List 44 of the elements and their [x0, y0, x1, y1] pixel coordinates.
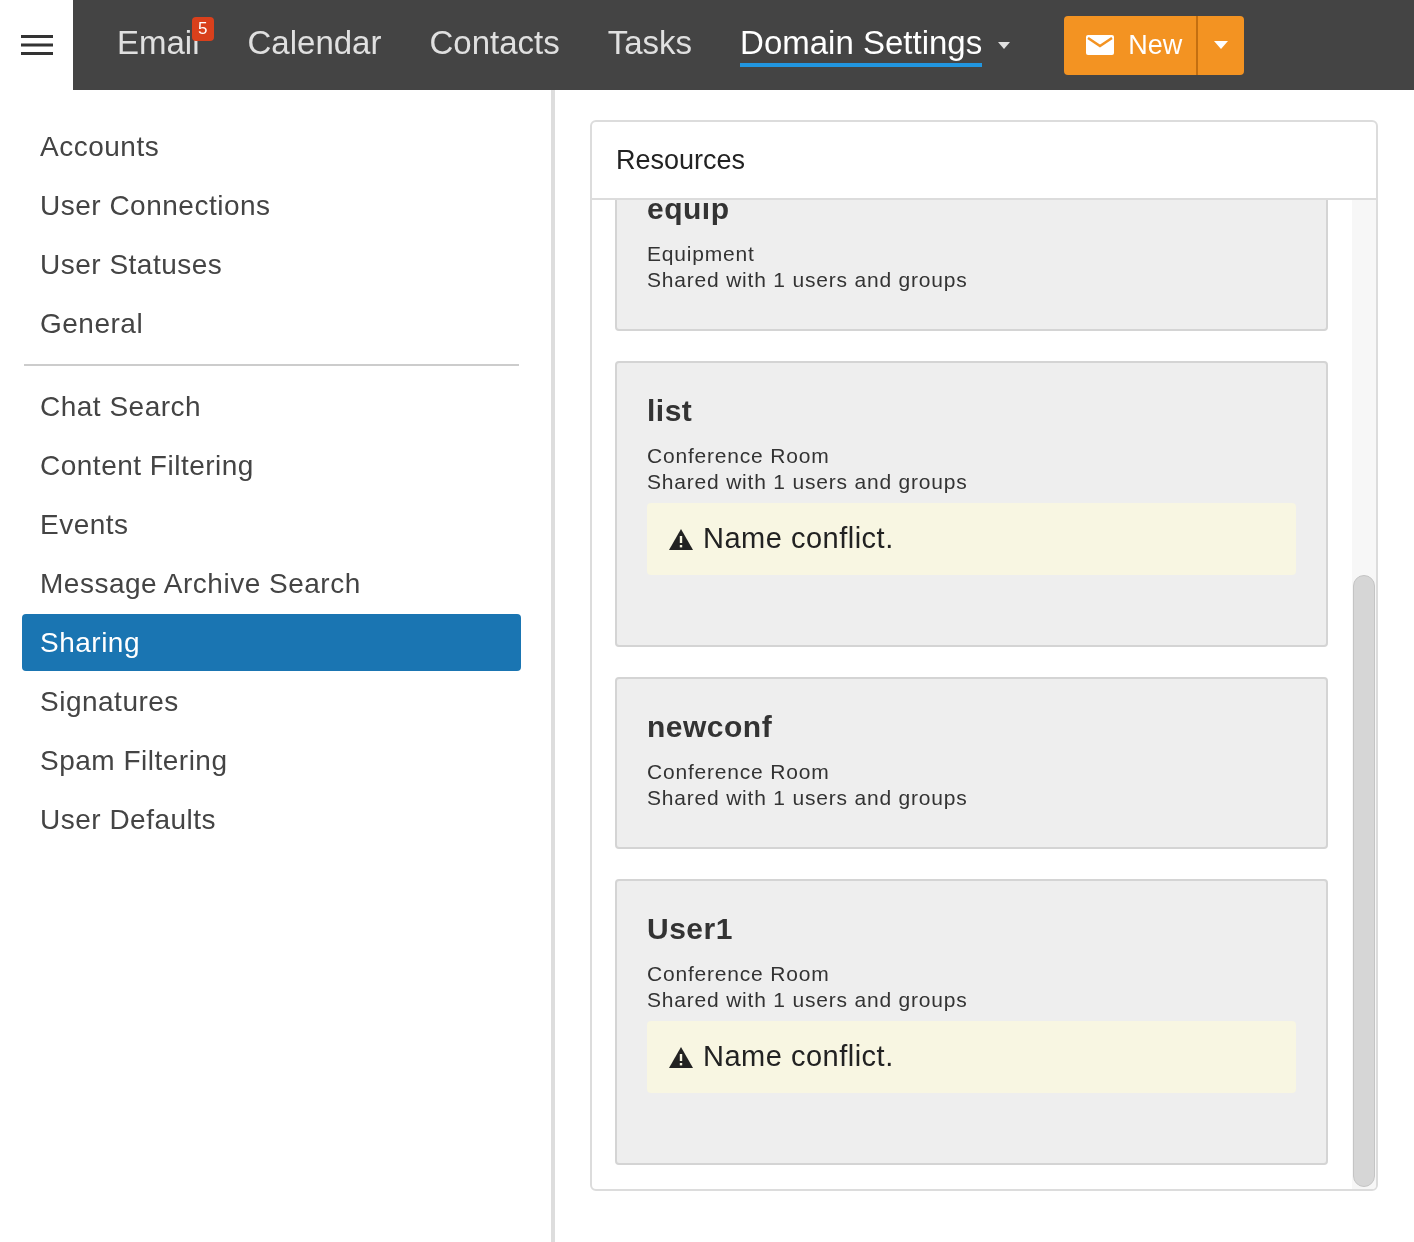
resource-card[interactable]: newconf Conference Room Shared with 1 users and groups	[615, 677, 1328, 849]
sidebar-item[interactable]: User Defaults	[22, 791, 521, 848]
resource-card[interactable]: User1 Conference Room Shared with 1 users and groups Name conflict.	[615, 879, 1328, 1165]
scrollbar-thumb[interactable]	[1353, 575, 1375, 1187]
sharing-info: Shared with 1 users and groups	[647, 987, 969, 1013]
resource-type: Equipment	[647, 241, 756, 267]
nav-tab[interactable]: Domain Settings	[740, 23, 983, 67]
sidebar-item[interactable]: Signatures	[22, 673, 521, 730]
caret-icon[interactable]	[998, 41, 1011, 49]
sharing-info: Shared with 1 users and groups	[647, 267, 969, 293]
envelope-icon	[1086, 35, 1115, 55]
sidebar-item[interactable]: Chat Search	[22, 378, 521, 435]
sidebar-item[interactable]: Content Filtering	[22, 437, 521, 494]
warning-icon	[669, 528, 693, 550]
nav-tab[interactable]: Tasks	[607, 23, 693, 67]
resource-name: User1	[647, 911, 734, 947]
resource-type: Conference Room	[647, 443, 831, 469]
warning-icon	[669, 1046, 693, 1068]
sidebar-item[interactable]: Message Archive Search	[22, 555, 521, 612]
warning-text: Name conflict.	[703, 521, 894, 557]
sidebar-item[interactable]: User Statuses	[22, 236, 521, 293]
resource-name: newconf	[647, 709, 774, 745]
sidebar-item[interactable]: General	[22, 295, 521, 352]
resource-type: Conference Room	[647, 961, 831, 987]
caret-icon	[1214, 41, 1229, 49]
sidebar-item[interactable]: Events	[22, 496, 521, 553]
resource-card[interactable]: list Conference Room Shared with 1 users and groups Name conflict.	[615, 361, 1328, 647]
resource-name: list	[647, 393, 694, 429]
unread-count-badge: 5	[192, 17, 214, 41]
new-dropdown-button[interactable]	[1198, 15, 1245, 75]
sharing-info: Shared with 1 users and groups	[647, 469, 969, 495]
panel-title: Resources	[616, 143, 746, 177]
warning-text: Name conflict.	[703, 1039, 894, 1075]
nav-tab[interactable]: Calendar	[247, 23, 382, 67]
resource-card[interactable]: equip Equipment Shared with 1 users and groups	[615, 200, 1328, 331]
sidebar-item[interactable]: Accounts	[22, 118, 521, 175]
nav-tab[interactable]: Contacts	[429, 23, 560, 67]
resource-type: Conference Room	[647, 759, 831, 785]
sidebar-item[interactable]: Spam Filtering	[22, 732, 521, 789]
sidebar-item[interactable]: Sharing	[22, 614, 521, 671]
sidebar-item[interactable]: User Connections	[22, 177, 521, 234]
menu-icon[interactable]	[20, 34, 53, 56]
resource-name: equip	[647, 200, 731, 227]
sharing-info: Shared with 1 users and groups	[647, 785, 969, 811]
